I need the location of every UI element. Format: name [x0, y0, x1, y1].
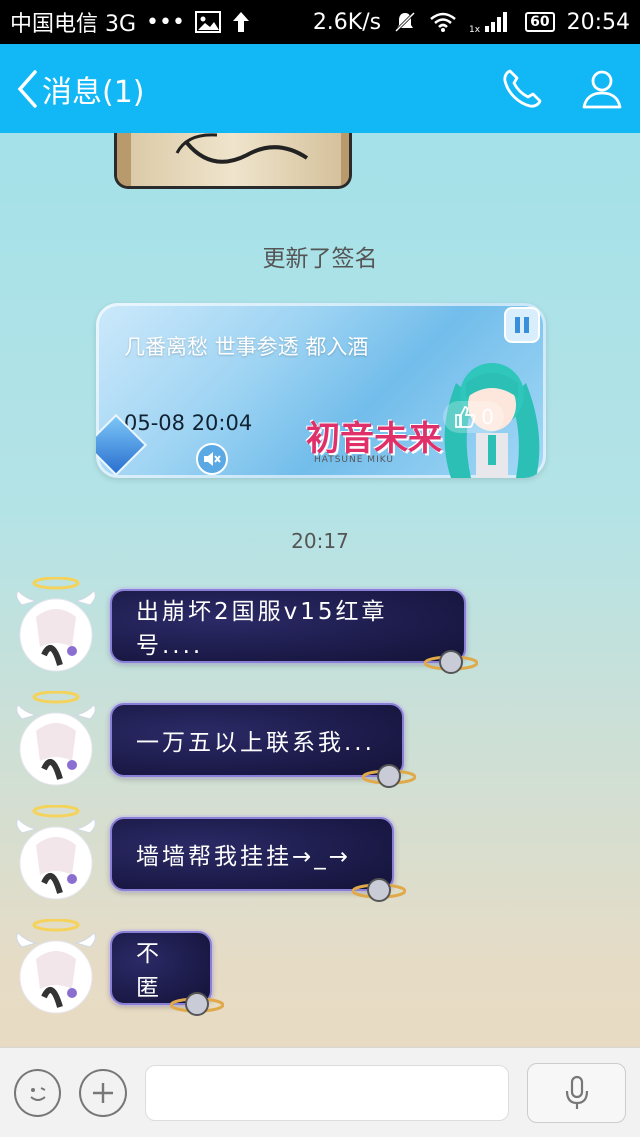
message-row: 出崩坏2国服v15红章号....	[0, 577, 640, 687]
battery-indicator: 60	[525, 12, 555, 32]
add-button[interactable]	[79, 1068, 127, 1117]
thumbs-up-icon	[453, 405, 477, 429]
plus-icon	[90, 1080, 116, 1106]
chevron-left-icon	[16, 69, 38, 109]
planet-decoration-icon	[362, 764, 416, 788]
mute-bell-icon	[393, 10, 417, 34]
brand-logo-subtext: HATSUNE MIKU	[314, 455, 394, 465]
gallery-icon	[194, 11, 221, 33]
message-bubble[interactable]: 出崩坏2国服v15红章号....	[110, 589, 478, 674]
message-row: 墙墙帮我挂挂→_→	[0, 805, 640, 915]
message-row: 一万五以上联系我...	[0, 691, 640, 801]
pause-icon[interactable]	[504, 307, 540, 343]
brand-logo-text: 初音未来	[306, 419, 442, 459]
message-bubble[interactable]: 不匿	[110, 931, 224, 1016]
planet-decoration-icon	[352, 878, 406, 902]
upload-arrow-icon	[231, 10, 251, 34]
nav-bar: 消息(1)	[0, 44, 640, 133]
microphone-icon	[564, 1075, 590, 1111]
status-bar: 中国电信 3G ••• 2.6K/s 1x 60 20:54	[0, 0, 640, 44]
message-bubble[interactable]: 一万五以上联系我...	[110, 703, 416, 788]
wifi-icon	[429, 11, 457, 33]
avatar[interactable]	[14, 691, 98, 791]
carrier-label: 中国电信 3G	[10, 12, 137, 37]
smiley-icon	[23, 1078, 53, 1108]
input-bar	[0, 1047, 640, 1137]
avatar[interactable]	[14, 919, 98, 1019]
message-text: 出崩坏2国服v15红章号....	[136, 599, 388, 659]
planet-decoration-icon	[170, 992, 224, 1016]
signature-text: 几番离愁 世事参透 都入酒	[124, 335, 369, 359]
notification-dots: •••	[146, 9, 185, 35]
message-input[interactable]	[144, 1064, 510, 1121]
image-message-thumbnail[interactable]	[114, 133, 352, 189]
signature-update-label: 更新了签名	[262, 246, 378, 272]
chat-area[interactable]: 更新了签名 几番离愁 世事参透 都入酒 05-08 20:04 初音未来 HAT…	[0, 133, 640, 1047]
phone-icon[interactable]	[500, 67, 544, 111]
avatar[interactable]	[14, 577, 98, 677]
time-divider: 20:17	[291, 529, 349, 553]
like-count: 0	[481, 405, 494, 429]
avatar[interactable]	[14, 805, 98, 905]
profile-icon[interactable]	[580, 67, 624, 111]
emoji-button[interactable]	[14, 1068, 62, 1117]
like-button[interactable]: 0	[443, 401, 504, 433]
speaker-mute-icon[interactable]	[196, 443, 228, 475]
planet-decoration-icon	[424, 650, 478, 674]
message-text: 墙墙帮我挂挂→_→	[136, 844, 352, 870]
signal-icon: 1x	[469, 10, 513, 34]
back-button[interactable]: 消息(1)	[16, 67, 145, 111]
signature-card[interactable]: 几番离愁 世事参透 都入酒 05-08 20:04 初音未来 HATSUNE M…	[96, 303, 546, 478]
signature-date: 05-08 20:04	[124, 411, 253, 435]
clock: 20:54	[566, 9, 630, 35]
message-text: 一万五以上联系我...	[136, 730, 375, 756]
svg-text:1x: 1x	[469, 25, 481, 34]
back-label: 消息(1)	[42, 74, 145, 110]
message-bubble[interactable]: 墙墙帮我挂挂→_→	[110, 817, 406, 902]
voice-button[interactable]	[527, 1062, 626, 1123]
message-row: 不匿	[0, 919, 640, 1029]
network-speed: 2.6K/s	[312, 9, 382, 35]
